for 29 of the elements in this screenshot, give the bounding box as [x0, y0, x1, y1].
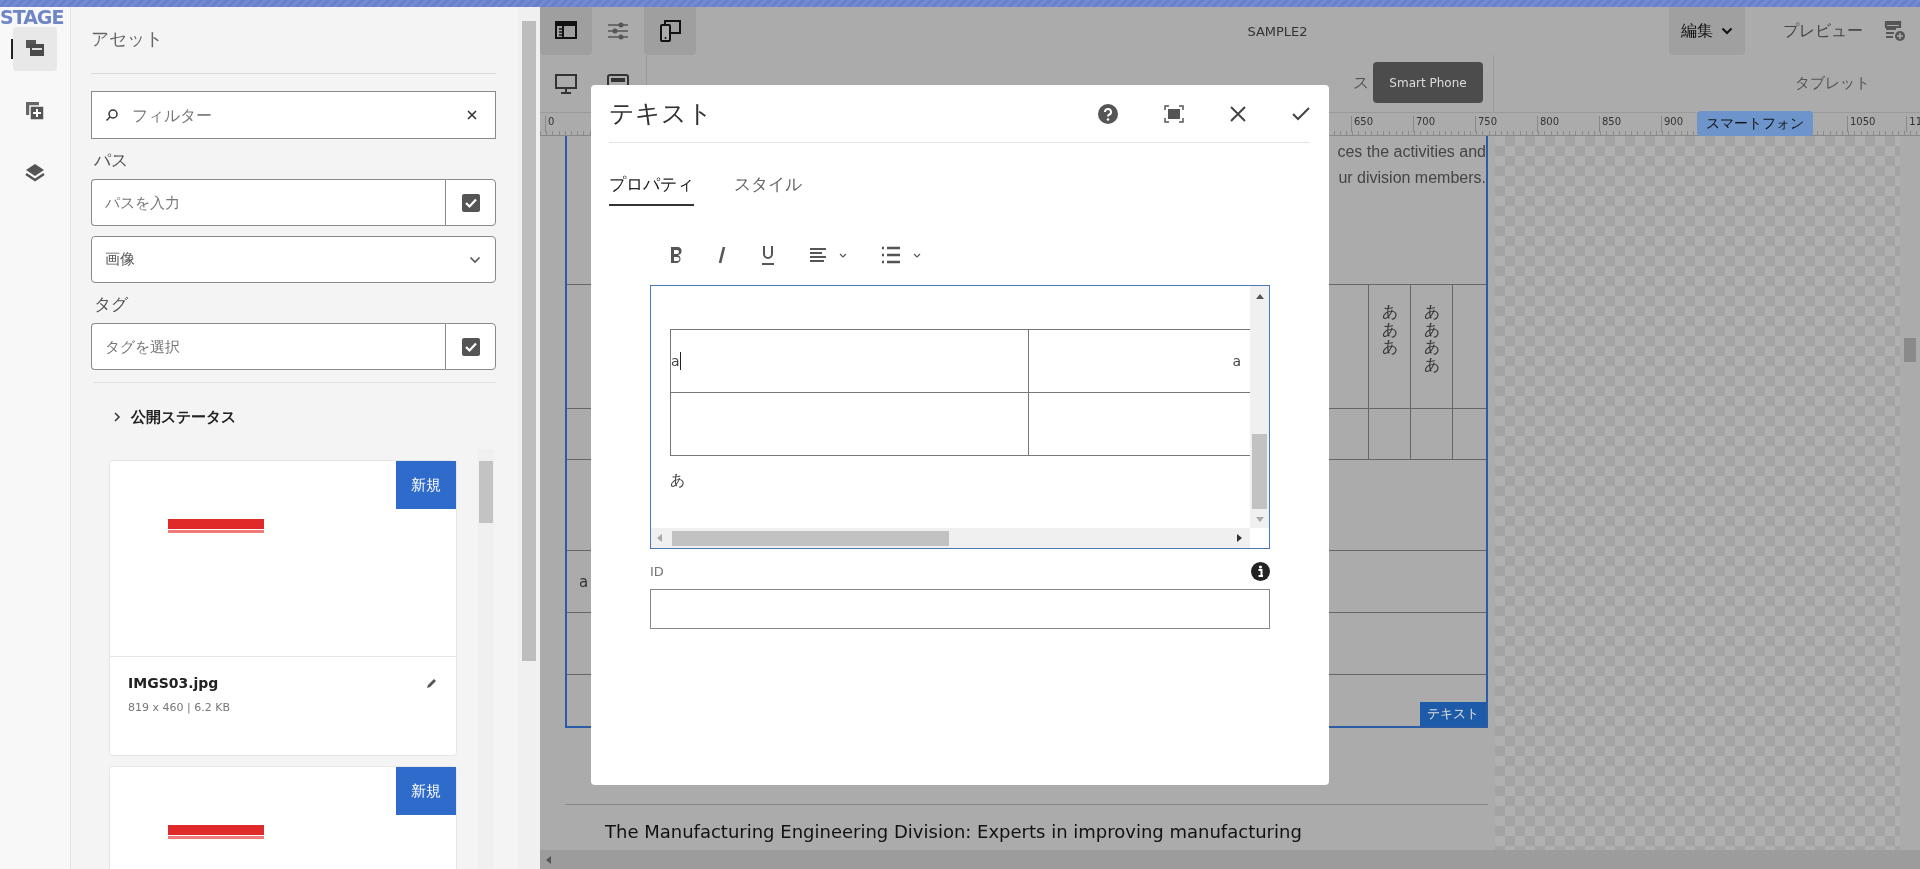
table-cell-text: ああああ [1423, 303, 1440, 376]
ruler-label: 700 [1413, 116, 1436, 132]
table-cell-text: a [579, 572, 589, 591]
panel-title: アセット [91, 27, 164, 51]
device-label: ス [1353, 73, 1369, 94]
ruler-label: 750 [1475, 116, 1498, 132]
page-title: SAMPLE2 [1246, 23, 1309, 39]
ruler-label: 900 [1661, 116, 1684, 132]
editor-text: あ [670, 471, 686, 490]
page-heading: The Manufacturing Engineering Division: Experts in improving manufacturing [605, 821, 1303, 842]
ruler-label: 0 [545, 116, 555, 132]
new-badge: 新規 [396, 767, 456, 815]
field-label: パス [94, 149, 129, 172]
ruler-label: 850 [1599, 116, 1622, 132]
table-cell-text: あああ [1381, 303, 1398, 359]
ruler-label: 650 [1351, 116, 1374, 132]
text-line: ur division members. [1337, 168, 1486, 188]
field-label: ID [650, 563, 664, 579]
file-meta: 819 x 460 | 6.2 KB [128, 701, 231, 714]
new-badge: 新規 [396, 461, 456, 509]
dialog-title: テキスト [609, 98, 714, 130]
component-label: テキスト [1420, 702, 1486, 726]
text-line: ces the activities and [1337, 142, 1486, 162]
ruler-label: 800 [1537, 116, 1560, 132]
file-name: IMGS03.jpg [128, 675, 219, 691]
field-label: タグ [94, 293, 129, 316]
tooltip: Smart Phone [1373, 62, 1483, 103]
ruler-label: 1050 [1847, 116, 1876, 132]
environment-label: STAGE [0, 7, 64, 27]
